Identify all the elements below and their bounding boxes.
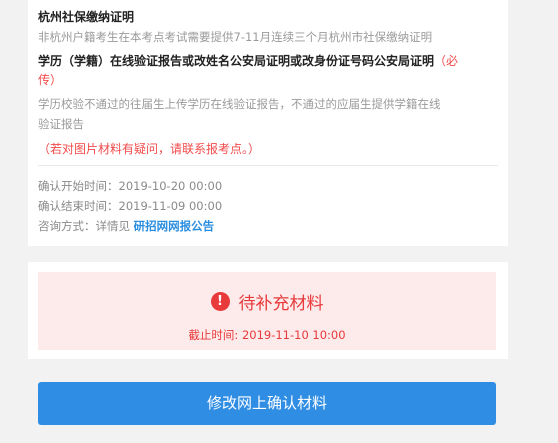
- education-desc-line2: 验证报告: [38, 117, 84, 131]
- confirm-end-time: 确认结束时间：2019-11-09 00:00: [38, 198, 222, 214]
- start-value: 2019-10-20 00:00: [118, 179, 223, 193]
- contact-info: 咨询方式：详情见 研招网网报公告: [38, 218, 214, 234]
- modify-materials-button[interactable]: 修改网上确认材料: [38, 382, 496, 425]
- status-box: ! 待补充材料 截止时间: 2019-11-10 10:00: [38, 272, 496, 350]
- deadline-value: 2019-11-10 10:00: [241, 328, 346, 342]
- contact-label: 咨询方式：: [38, 219, 96, 233]
- social-security-title: 杭州社保缴纳证明: [38, 10, 135, 24]
- start-label: 确认开始时间：: [38, 179, 119, 193]
- education-verification-title: 学历（学籍）在线验证报告或改姓名公安局证明或改身份证号码公安局证明（必: [38, 52, 458, 70]
- required-tag-cont: 传）: [38, 73, 63, 87]
- announcement-link[interactable]: 研招网网报公告: [134, 219, 215, 233]
- status-text: 待补充材料: [238, 294, 324, 314]
- divider: [38, 165, 498, 166]
- deadline-label: 截止时间:: [188, 328, 242, 342]
- contact-prefix: 详情见: [95, 219, 134, 233]
- required-tag: （必: [434, 54, 459, 68]
- social-security-desc: 非杭州户籍考生在本考点考试需要提供7-11月连续三个月杭州市社保缴纳证明: [38, 30, 433, 44]
- status-deadline: 截止时间: 2019-11-10 10:00: [38, 327, 496, 343]
- page: 杭州社保缴纳证明 非杭州户籍考生在本考点考试需要提供7-11月连续三个月杭州市社…: [0, 0, 558, 443]
- confirm-start-time: 确认开始时间：2019-10-20 00:00: [38, 178, 222, 194]
- education-desc-line1: 学历校验不通过的往届生上传学历在线验证报告，不通过的应届生提供学籍在线: [38, 97, 441, 111]
- exclamation-circle-icon: !: [210, 292, 230, 311]
- materials-card: 杭州社保缴纳证明 非杭州户籍考生在本考点考试需要提供7-11月连续三个月杭州市社…: [28, 0, 508, 246]
- status-card: ! 待补充材料 截止时间: 2019-11-10 10:00: [28, 262, 508, 359]
- status-row: ! 待补充材料: [38, 289, 496, 314]
- end-value: 2019-11-09 00:00: [118, 199, 223, 213]
- end-label: 确认结束时间：: [38, 199, 119, 213]
- image-question-hint: （若对图片材料有疑问，请联系报考点。）: [38, 142, 261, 156]
- education-verification-title-line2: 传）: [38, 71, 62, 89]
- education-title-text: 学历（学籍）在线验证报告或改姓名公安局证明或改身份证号码公安局证明: [38, 54, 435, 68]
